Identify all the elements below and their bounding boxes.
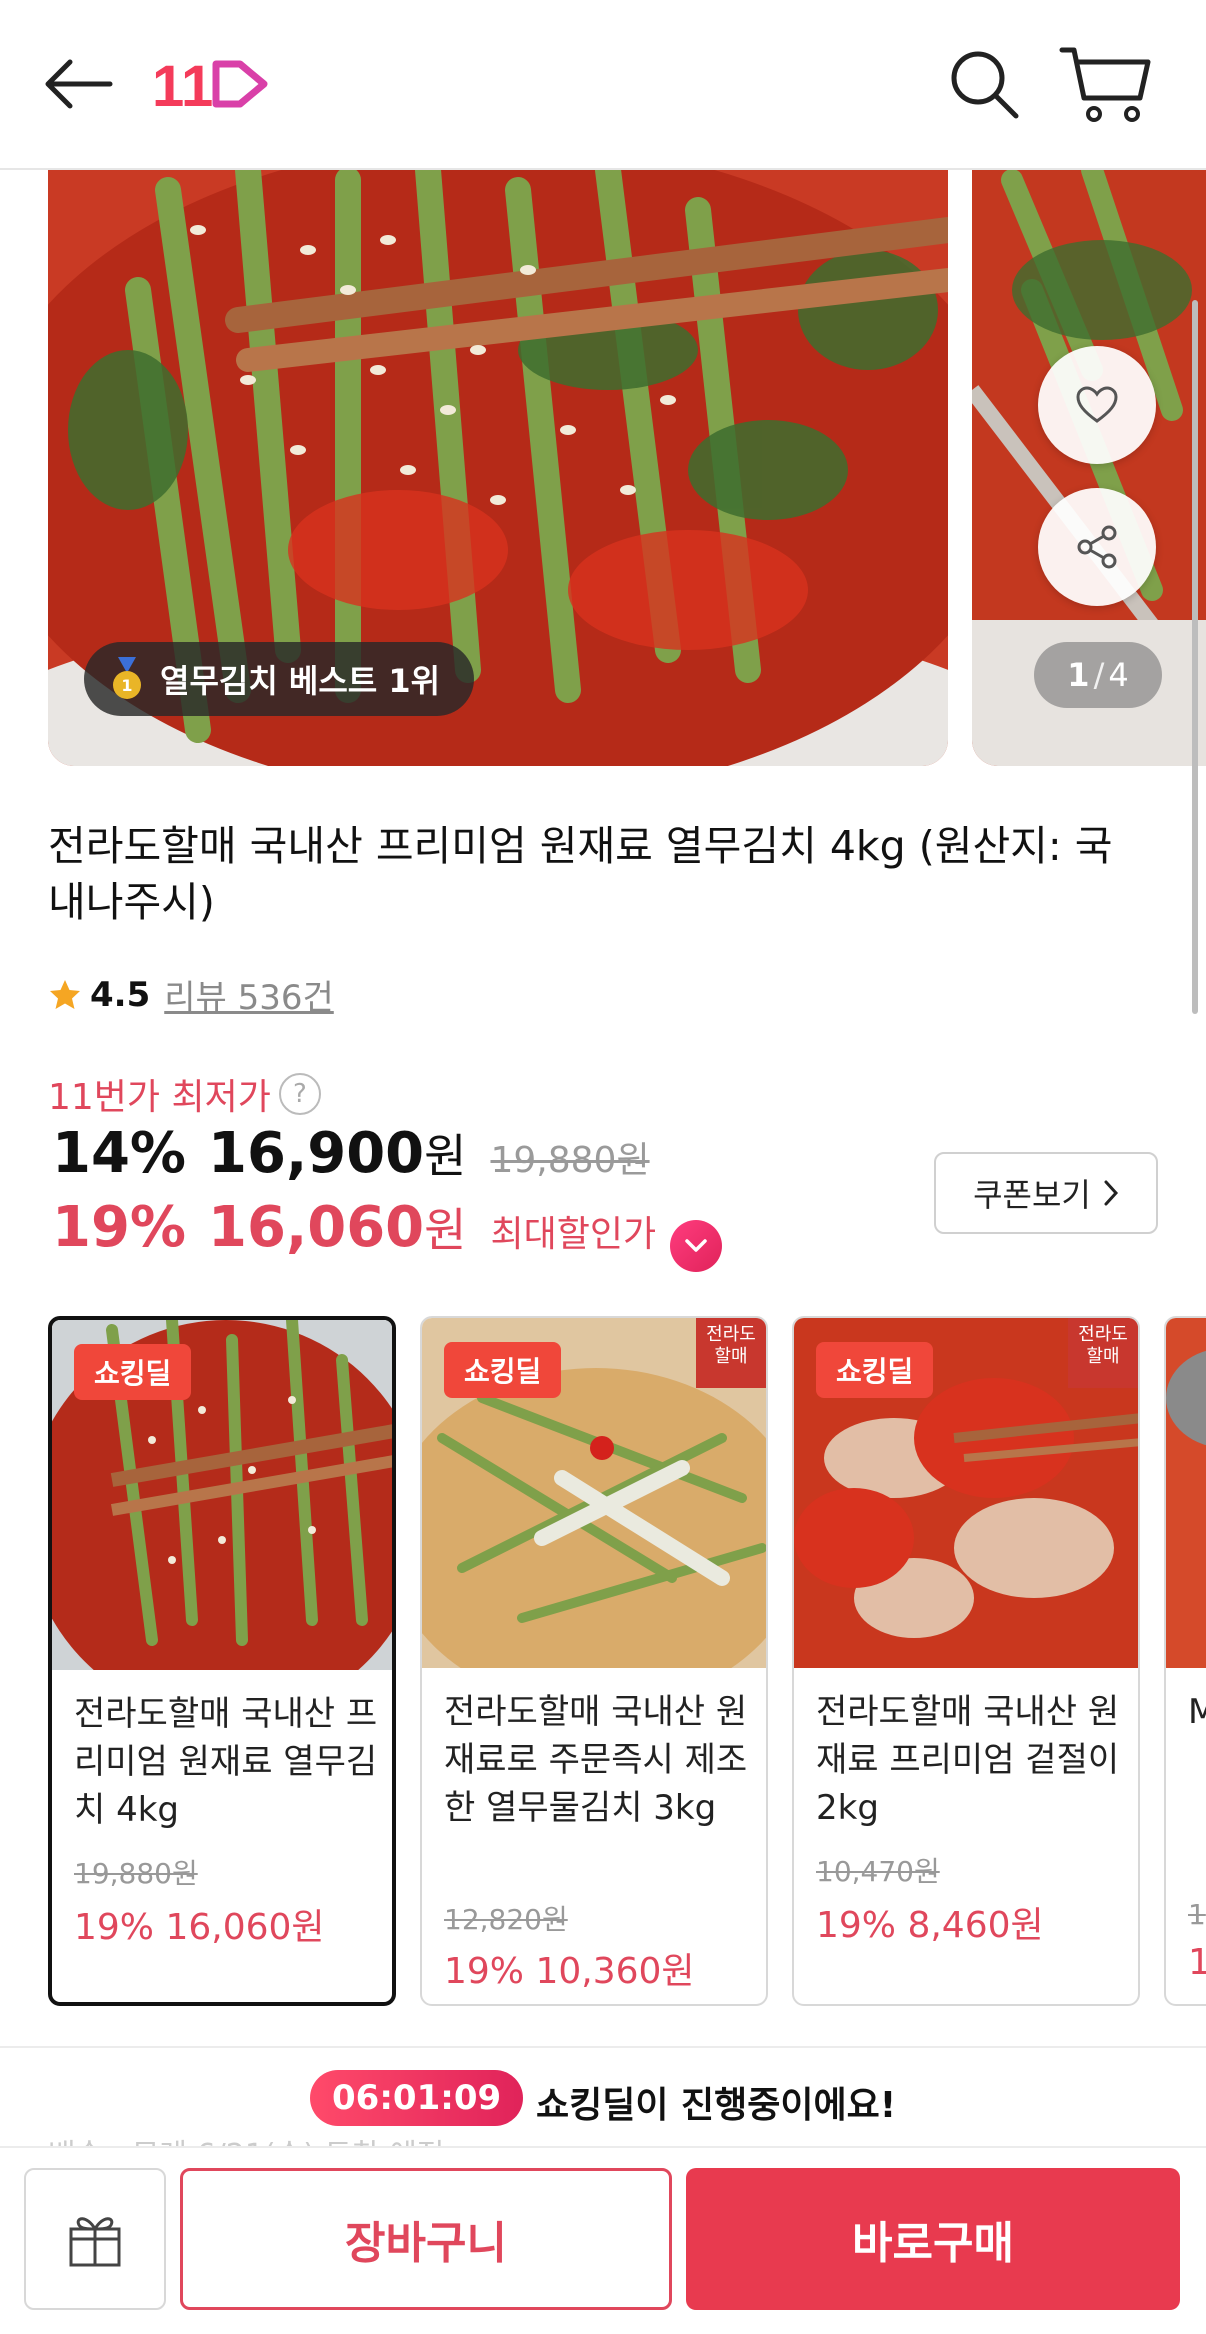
deal-card-original-price: 10,470원 [816, 1855, 940, 1888]
max-discount-label: 최대할인가 [490, 1214, 657, 1255]
chevron-right-icon [1104, 1180, 1118, 1206]
favorite-button[interactable] [1038, 346, 1156, 464]
deal-card-title: 전라도할매 국내산 원재료 프리미엄 겉절이 2kg [816, 1692, 1120, 1828]
chevron-down-icon [685, 1239, 707, 1252]
add-to-cart-button[interactable]: 장바구니 [180, 2168, 672, 2310]
deal-card-original-price: 19,880원 [74, 1857, 198, 1890]
star-icon [50, 979, 80, 1009]
deal-card-price: 19% 8,460원 [816, 1905, 1044, 1946]
review-count-link[interactable]: 리뷰 536건 [164, 970, 334, 1019]
rating-row: 4.5 리뷰 536건 [48, 970, 334, 1019]
lowest-price-text: 11번가 최저가 [48, 1077, 271, 1118]
deal-card[interactable]: M 마 프 도 1 1 [1164, 1316, 1206, 2006]
deal-card-title: M 마 프 도 [1188, 1688, 1206, 1736]
lowest-price-label: 11번가 최저가 ? [48, 1068, 321, 1120]
deal-card-image [1166, 1318, 1206, 1668]
coupon-button[interactable]: 쿠폰보기 [934, 1152, 1158, 1234]
shocking-deal-timer-bar: 배송 · 모레 6/21(수) 도착 예정 06:01:09 쇼킹딜이 진행중이… [0, 2046, 1206, 2173]
deal-card-original-price: 1 [1188, 1898, 1206, 1931]
arrow-left-icon[interactable] [40, 52, 116, 116]
svg-text:1: 1 [121, 676, 132, 695]
share-button[interactable] [1038, 488, 1156, 606]
medal-icon: 1 [113, 657, 141, 699]
deal-countdown-timer: 06:01:09 [310, 2070, 524, 2126]
max-discount-price-row: 19% 16,060 원 최대할인가 [52, 1194, 723, 1272]
currency-unit: 원 [424, 1129, 467, 1183]
deal-card-price: 19% 10,360원 [444, 1951, 695, 1992]
deal-status-text: 쇼킹딜이 진행중이에요! [536, 2085, 897, 2126]
11st-logo[interactable]: 11 [152, 52, 272, 116]
help-icon[interactable]: ? [278, 1073, 321, 1115]
currency-unit: 원 [424, 1203, 467, 1257]
image-counter-current: 1 [1067, 656, 1090, 694]
product-title: 전라도할매 국내산 프리미엄 원재료 열무김치 4kg (원산지: 국내나주시) [48, 822, 1113, 926]
max-discount-percent: 19% [52, 1195, 187, 1260]
deal-card-price: 1 [1188, 1942, 1206, 1983]
brand-logo-tag: 전라도 할매 [1068, 1318, 1138, 1388]
deal-card-title: 전라도할매 국내산 프리미엄 원재료 열무김치 4kg [74, 1694, 378, 1830]
coupon-button-label: 쿠폰보기 [973, 1176, 1091, 1214]
product-image-gallery[interactable]: 1 열무김치 베스트 1위 1 / 4 [0, 170, 1206, 770]
share-icon [1077, 525, 1117, 569]
deal-card-price: 19% 16,060원 [74, 1907, 325, 1948]
rating-value: 4.5 [90, 974, 151, 1015]
deal-card[interactable]: 쇼킹딜 전라도 할매 전라도할매 국내산 원재료로 주문즉시 제조한 열무물김치… [420, 1316, 768, 2006]
sale-price: 16,900 [208, 1121, 425, 1186]
best-rank-badge: 1 열무김치 베스트 1위 [84, 642, 475, 716]
bottom-action-bar: 장바구니 바로구매 [0, 2146, 1206, 2334]
buy-now-button[interactable]: 바로구매 [686, 2168, 1180, 2310]
discount-percent: 14% [52, 1121, 187, 1186]
sale-price-row: 14% 16,900 원 19,880원 [52, 1120, 650, 1186]
image-counter-separator: / [1093, 656, 1105, 694]
deal-card[interactable]: 쇼킹딜 전라도 할매 전라도할매 국내산 원재료 프리미엄 겉절이 2kg 10… [792, 1316, 1140, 2006]
expand-discount-button[interactable] [670, 1220, 723, 1272]
deal-card-original-price: 12,820원 [444, 1903, 568, 1936]
gift-icon [69, 2217, 121, 2267]
shocking-deal-badge: 쇼킹딜 [74, 1344, 192, 1400]
brand-logo-tag: 전라도 할매 [696, 1318, 766, 1388]
top-app-bar: 11 [0, 0, 1206, 170]
svg-text:11: 11 [152, 54, 213, 116]
deal-card[interactable]: 쇼킹딜 전라도할매 국내산 프리미엄 원재료 열무김치 4kg 19,880원 … [48, 1316, 396, 2006]
search-icon[interactable] [946, 46, 1022, 122]
best-rank-text: 열무김치 베스트 1위 [160, 662, 441, 700]
max-discount-price: 16,060 [208, 1195, 425, 1260]
page-scrollbar[interactable] [1192, 300, 1198, 1014]
heart-icon [1076, 386, 1118, 423]
original-price: 19,880원 [490, 1140, 650, 1181]
shocking-deal-carousel[interactable]: 쇼킹딜 전라도할매 국내산 프리미엄 원재료 열무김치 4kg 19,880원 … [48, 1316, 1206, 2006]
image-counter: 1 / 4 [1034, 642, 1162, 708]
image-counter-total: 4 [1108, 656, 1129, 694]
shocking-deal-badge: 쇼킹딜 [816, 1342, 934, 1398]
shocking-deal-badge: 쇼킹딜 [444, 1342, 562, 1398]
deal-card-title: 전라도할매 국내산 원재료로 주문즉시 제조한 열무물김치 3kg [444, 1692, 748, 1828]
cart-icon[interactable] [1056, 44, 1156, 124]
gift-button[interactable] [24, 2168, 166, 2310]
